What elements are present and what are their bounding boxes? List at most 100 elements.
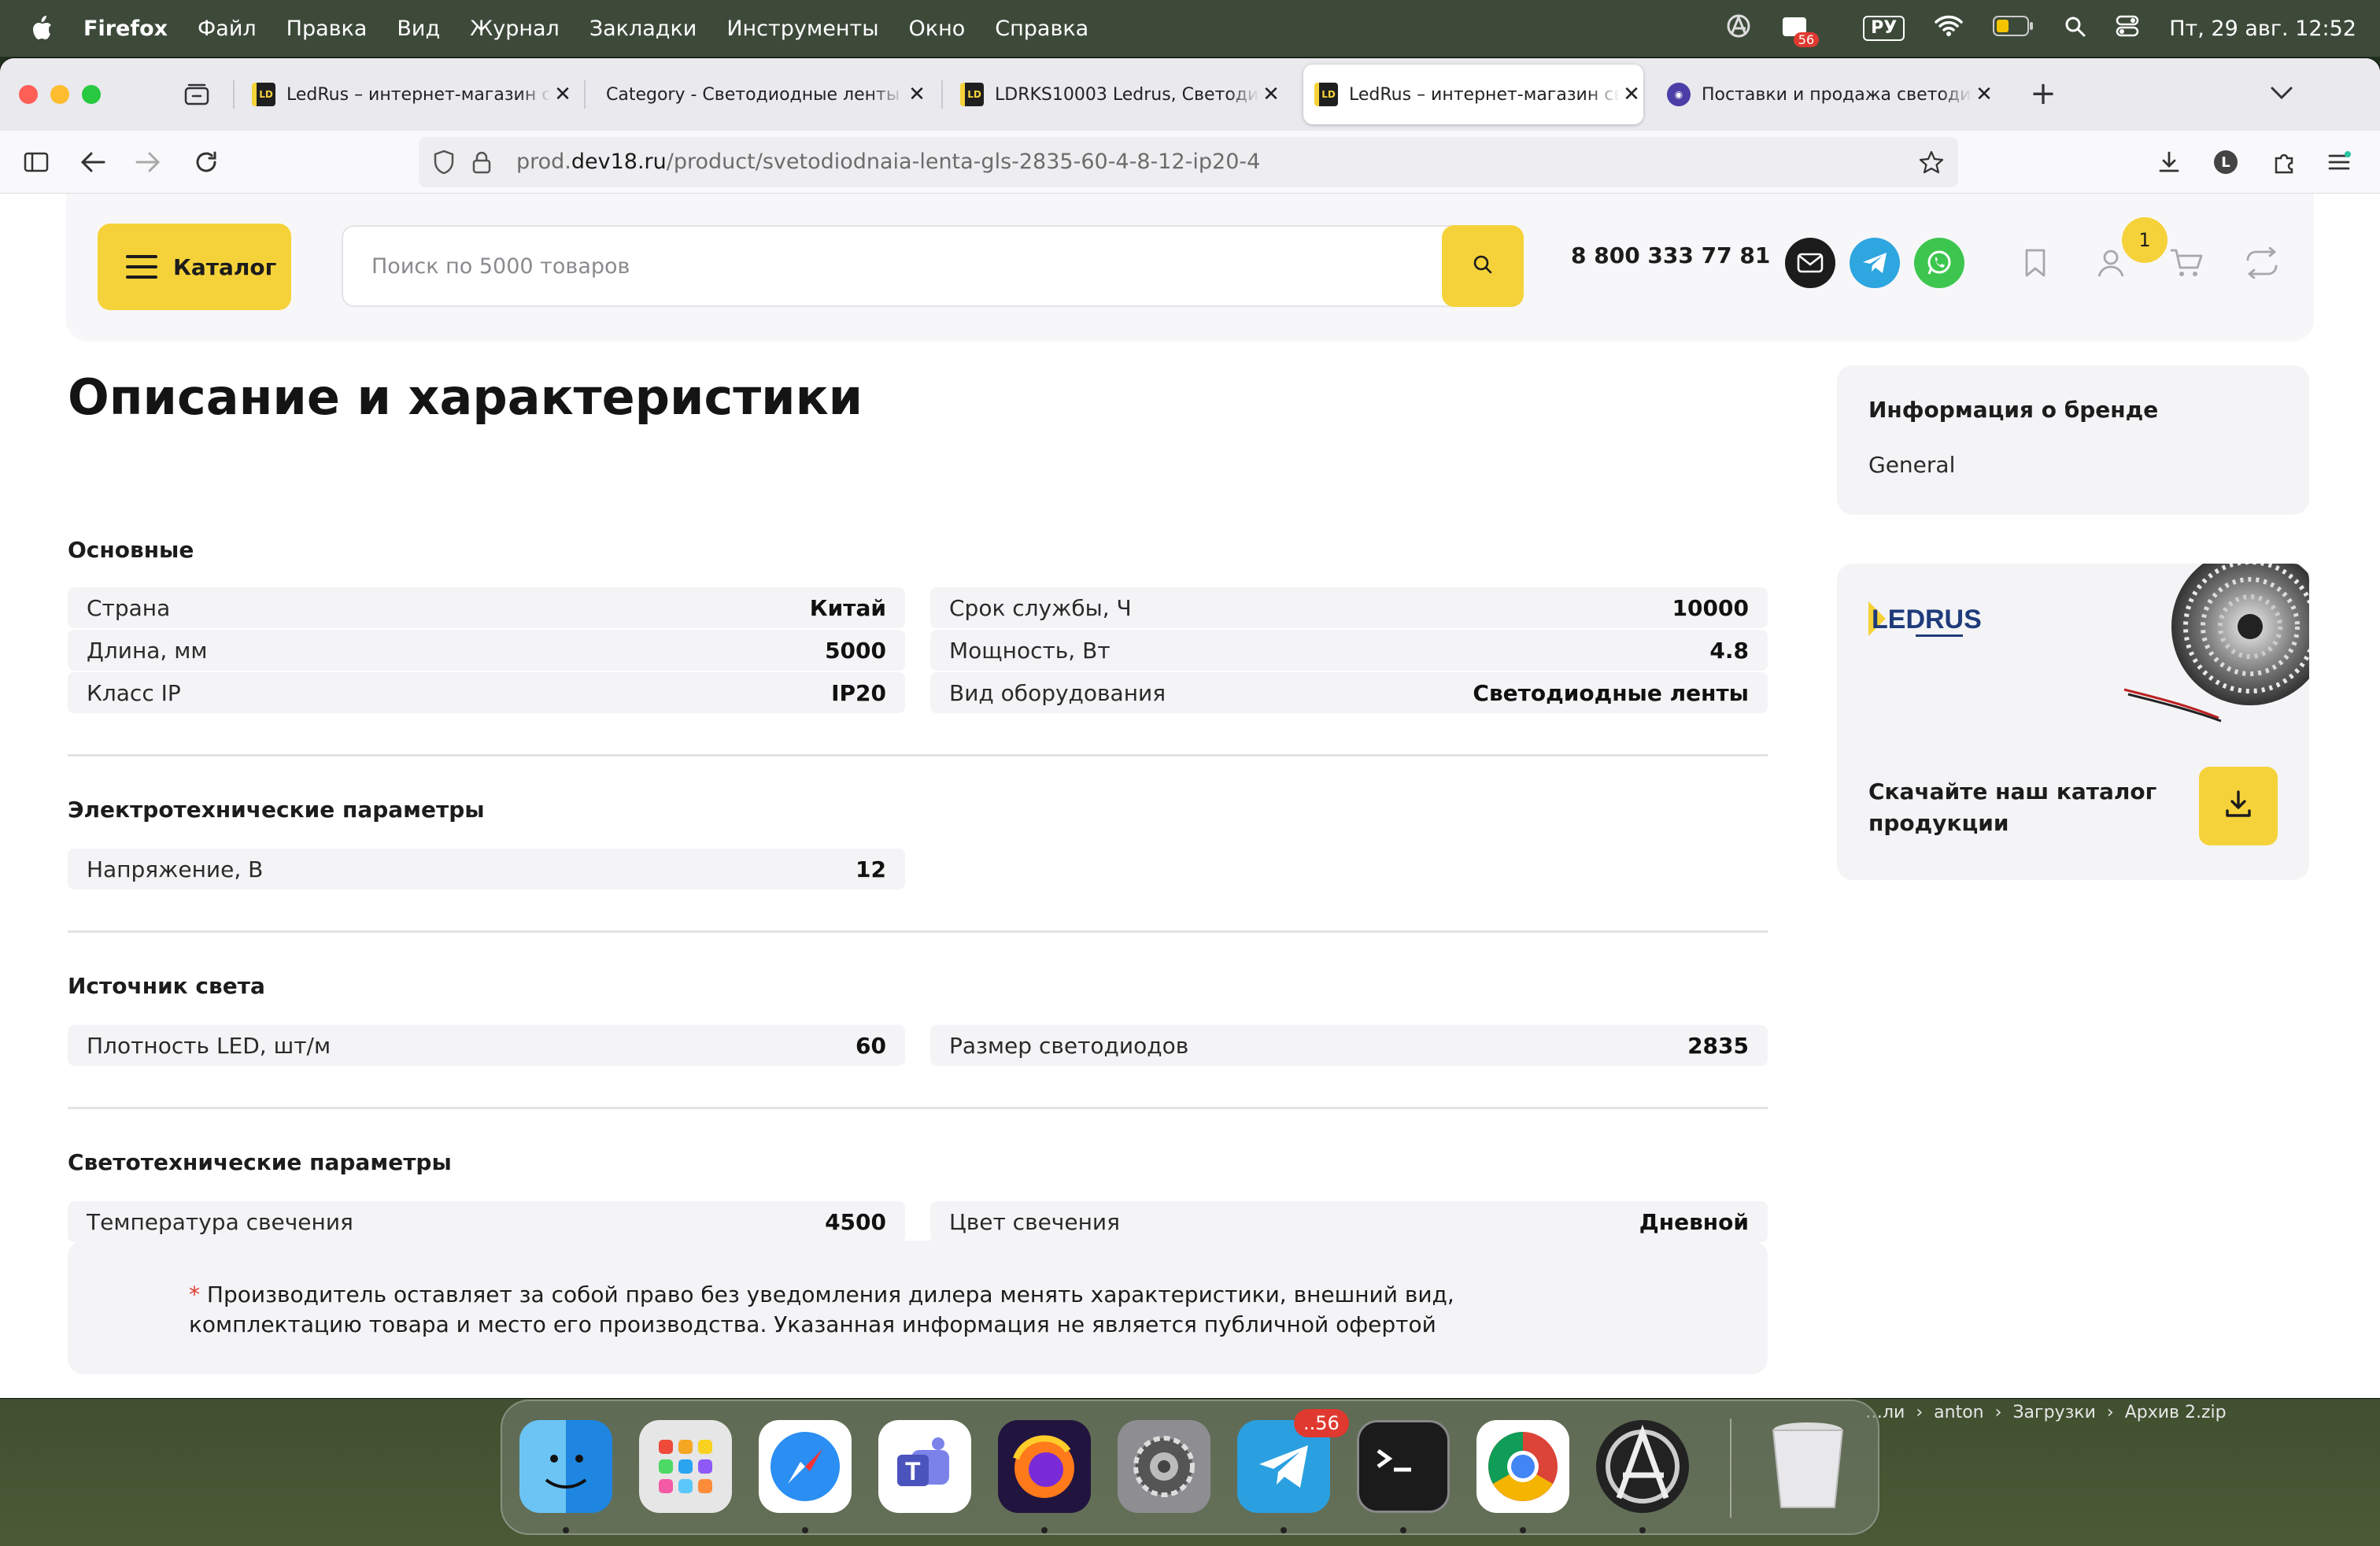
terminal-icon[interactable] — [1357, 1420, 1450, 1513]
address-bar[interactable]: prod.dev18.ru/product/svetodiodnaia-lent… — [419, 137, 1958, 187]
teams-icon[interactable]: T — [878, 1420, 971, 1513]
new-tab-plus-icon[interactable]: + — [2026, 76, 2060, 112]
lock-icon[interactable] — [464, 145, 499, 179]
anarchy-status-icon[interactable] — [1726, 13, 1751, 44]
bookmark-star-icon[interactable] — [1914, 145, 1949, 179]
download-catalog-card: LEDRUS Скачайте наш каталог продукции — [1837, 564, 2309, 880]
menubar-clock[interactable]: Пт, 29 авг. 12:52 — [2169, 17, 2356, 41]
menu-history[interactable]: Журнал — [470, 17, 560, 41]
calendar-status-icon[interactable]: 56 — [1781, 14, 1833, 47]
spec-value: 4.8 — [1709, 637, 1749, 664]
path-item[interactable]: anton — [1934, 1403, 1983, 1422]
chrome-icon[interactable] — [1476, 1420, 1569, 1513]
led-strip-reel-image — [2123, 564, 2309, 723]
site-header: Каталог 8 800 333 77 81 1 — [66, 194, 2314, 342]
menu-edit[interactable]: Правка — [286, 17, 368, 41]
input-source-indicator[interactable]: РУ — [1863, 16, 1905, 41]
bookmark-icon[interactable] — [2012, 239, 2059, 287]
tab-label: LedRus – интернет-магазин светодиодной п… — [286, 84, 551, 105]
telegram-icon[interactable] — [1850, 238, 1900, 288]
spec-row: Температура свечения 4500 — [68, 1201, 905, 1242]
close-tab-icon[interactable]: ✕ — [1259, 83, 1283, 106]
catalog-button[interactable]: Каталог — [98, 224, 291, 310]
extensions-puzzle-icon[interactable] — [2267, 145, 2301, 179]
menu-bookmarks[interactable]: Закладки — [589, 17, 697, 41]
ledrus-favicon-icon: LD — [252, 83, 275, 106]
minimize-window-button[interactable] — [50, 85, 69, 104]
download-catalog-text: Скачайте наш каталог продукции — [1868, 779, 2157, 836]
disclaimer-body: Производитель оставляет за собой право б… — [189, 1282, 1454, 1337]
svg-text:LEDRUS: LEDRUS — [1872, 605, 1982, 634]
download-catalog-button[interactable] — [2199, 767, 2278, 845]
section-divider — [68, 754, 1768, 756]
close-tab-icon[interactable]: ✕ — [905, 83, 929, 106]
tab-ldrks10003[interactable]: LD LDRKS10003 Ledrus, Светодиодная лента… — [949, 65, 1283, 124]
finder-icon[interactable] — [519, 1420, 612, 1513]
trash-icon[interactable] — [1761, 1420, 1854, 1513]
tab-ledrus-1[interactable]: LD LedRus – интернет-магазин светодиодно… — [241, 65, 575, 124]
menu-window[interactable]: Окно — [909, 17, 966, 41]
anarchy-app-icon[interactable] — [1596, 1420, 1689, 1513]
launchpad-icon[interactable] — [639, 1420, 732, 1513]
control-center-icon[interactable] — [2116, 15, 2139, 43]
close-tab-icon[interactable]: ✕ — [1620, 83, 1643, 106]
firefox-icon[interactable] — [998, 1420, 1091, 1513]
url-domain: dev18.ru — [571, 150, 667, 174]
menu-help[interactable]: Справка — [995, 17, 1088, 41]
safari-icon[interactable] — [759, 1420, 852, 1513]
phone-number[interactable]: 8 800 333 77 81 — [1571, 242, 1770, 268]
spec-row: Страна Китай — [68, 587, 905, 628]
back-arrow-icon[interactable] — [76, 145, 110, 179]
tab-supplies[interactable]: ◉ Поставки и продажа светодиодной продук… — [1656, 65, 1996, 124]
avatar-letter: L — [2214, 150, 2238, 174]
menu-app-name[interactable]: Firefox — [83, 17, 168, 41]
forward-arrow-icon[interactable] — [131, 145, 165, 179]
downloads-icon[interactable] — [2152, 145, 2186, 179]
app-menu-hamburger-icon[interactable] — [2322, 145, 2356, 179]
tracking-protection-shield-icon[interactable] — [427, 145, 461, 179]
reload-icon[interactable] — [189, 145, 224, 179]
menu-file[interactable]: Файл — [198, 17, 257, 41]
whatsapp-icon[interactable] — [1914, 238, 1964, 288]
apple-menu-icon[interactable] — [28, 13, 55, 44]
spec-row: Вид оборудования Светодиодные ленты — [930, 672, 1768, 713]
search-input[interactable] — [371, 227, 1395, 305]
sidebar-toggle-icon[interactable] — [19, 145, 54, 179]
path-item[interactable]: Архив 2.zip — [2125, 1403, 2227, 1422]
tab-separator — [233, 80, 235, 109]
spec-row: Длина, мм 5000 — [68, 630, 905, 671]
spec-value: Китай — [809, 594, 886, 621]
tab-ledrus-active[interactable]: LD LedRus – интернет-магазин светодиодно… — [1303, 65, 1643, 124]
menu-view[interactable]: Вид — [397, 17, 440, 41]
close-tab-icon[interactable]: ✕ — [1972, 83, 1996, 106]
menu-burger-icon — [126, 255, 157, 279]
spotlight-search-icon[interactable] — [2064, 15, 2086, 43]
account-avatar-icon[interactable]: L — [2208, 145, 2243, 179]
search-button[interactable] — [1442, 225, 1524, 307]
spec-key: Плотность LED, шт/м — [87, 1032, 331, 1059]
telegram-unread-badge: ..56 — [1294, 1409, 1349, 1437]
spec-value: IP20 — [831, 679, 886, 706]
list-all-tabs-chevron-icon[interactable] — [2270, 80, 2293, 106]
spec-key: Мощность, Вт — [949, 637, 1111, 664]
cart-icon[interactable] — [2163, 239, 2210, 287]
email-icon[interactable] — [1785, 238, 1835, 288]
close-window-button[interactable] — [19, 85, 38, 104]
close-tab-icon[interactable]: ✕ — [551, 83, 575, 106]
tab-category[interactable]: Category - Светодиодные ленты | LedRus ✕ — [595, 65, 929, 124]
brand-info-card: Информация о бренде General — [1837, 365, 2309, 515]
zoom-window-button[interactable] — [82, 85, 101, 104]
battery-icon[interactable] — [1993, 15, 2034, 42]
system-settings-icon[interactable] — [1118, 1420, 1210, 1513]
tab-separator — [584, 80, 586, 109]
svg-text:T: T — [905, 1457, 921, 1485]
url-text[interactable]: prod.dev18.ru/product/svetodiodnaia-lent… — [516, 137, 1260, 187]
ledrus-logo: LEDRUS — [1868, 601, 1982, 637]
menu-tools[interactable]: Инструменты — [726, 17, 878, 41]
firefox-view-icon[interactable] — [183, 80, 211, 109]
brand-name[interactable]: General — [1868, 452, 1955, 478]
spec-key: Вид оборудования — [949, 679, 1166, 706]
compare-arrows-icon[interactable] — [2238, 239, 2286, 287]
wifi-icon[interactable] — [1935, 15, 1963, 43]
path-item[interactable]: Загрузки — [2012, 1403, 2095, 1422]
